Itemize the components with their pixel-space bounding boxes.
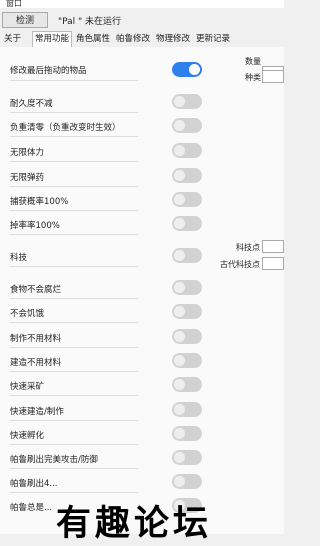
divider <box>10 322 138 323</box>
option-toggle[interactable] <box>172 62 202 77</box>
option-label: 建造不用材料 <box>10 358 62 368</box>
option-toggle[interactable] <box>172 143 202 158</box>
option-toggle[interactable] <box>172 94 202 109</box>
option-label: 科技 <box>10 253 28 263</box>
option-toggle[interactable] <box>172 216 202 231</box>
divider <box>10 492 138 493</box>
divider <box>10 186 138 187</box>
option-toggle[interactable] <box>172 474 202 489</box>
option-label: 快速孵化 <box>10 431 45 441</box>
ancient-tech-points-label: 古代科技点 <box>220 260 260 269</box>
option-label: 掉率率100% <box>10 221 60 231</box>
divider <box>10 468 138 469</box>
divider <box>10 420 138 421</box>
divider <box>10 80 138 81</box>
option-label: 无限体力 <box>10 148 45 158</box>
divider <box>10 371 138 372</box>
option-toggle[interactable] <box>172 353 202 368</box>
divider <box>10 266 138 267</box>
quantity-label: 数量 <box>245 57 261 66</box>
tab-about[interactable]: 关于 <box>2 32 23 46</box>
divider <box>10 234 138 235</box>
option-label: 制作不用材料 <box>10 334 62 344</box>
tab-common-functions[interactable]: 常用功能 <box>32 31 73 48</box>
ancient-tech-points-input[interactable] <box>262 257 284 270</box>
option-toggle[interactable] <box>172 329 202 344</box>
divider <box>10 210 138 211</box>
tab-bar: 关于 常用功能 角色属性 帕鲁修改 物理修改 更新记录 <box>0 31 284 48</box>
divider <box>10 136 138 137</box>
process-status: "Pal " 未在运行 <box>58 17 122 27</box>
tech-points-label: 科技点 <box>236 243 260 252</box>
option-toggle[interactable] <box>172 402 202 417</box>
watermark: 有趣论坛 <box>56 503 213 544</box>
option-toggle[interactable] <box>172 280 202 295</box>
tab-physics-modify[interactable]: 物理修改 <box>154 32 192 46</box>
option-toggle[interactable] <box>172 248 202 263</box>
option-label: 快速建造/制作 <box>10 407 64 417</box>
kind-input[interactable] <box>262 70 284 83</box>
kind-label: 种类 <box>245 73 261 82</box>
option-toggle[interactable] <box>172 426 202 441</box>
detect-button[interactable]: 检测 <box>2 12 48 28</box>
tab-pal-modify[interactable]: 帕鲁修改 <box>114 32 152 46</box>
divider <box>10 161 138 162</box>
option-label: 帕鲁刷出4... <box>10 479 58 489</box>
option-label: 帕鲁刷出完美攻击/防御 <box>10 455 98 465</box>
option-toggle[interactable] <box>172 192 202 207</box>
option-toggle[interactable] <box>172 450 202 465</box>
option-label: 修改最后拖动的物品 <box>10 66 87 76</box>
tech-points-input[interactable] <box>262 240 284 253</box>
divider <box>10 347 138 348</box>
option-label: 快速采矿 <box>10 382 45 392</box>
divider <box>10 298 138 299</box>
option-toggle[interactable] <box>172 118 202 133</box>
tab-update-log[interactable]: 更新记录 <box>194 32 232 46</box>
divider <box>10 112 138 113</box>
option-label: 不会饥饿 <box>10 309 45 319</box>
option-label: 食物不会腐烂 <box>10 285 62 295</box>
option-toggle[interactable] <box>172 377 202 392</box>
option-label: 耐久度不减 <box>10 99 53 109</box>
window-titlebar: 窗口 <box>0 0 284 8</box>
option-label: 负重清零（负重改变时生效） <box>10 123 121 133</box>
tab-character-attributes[interactable]: 角色属性 <box>74 32 112 46</box>
option-label: 无限弹药 <box>10 173 45 183</box>
divider <box>10 444 138 445</box>
option-toggle[interactable] <box>172 168 202 183</box>
window-title: 窗口 <box>6 0 22 8</box>
divider <box>10 395 138 396</box>
option-label: 捕获概率100% <box>10 197 69 207</box>
option-toggle[interactable] <box>172 304 202 319</box>
